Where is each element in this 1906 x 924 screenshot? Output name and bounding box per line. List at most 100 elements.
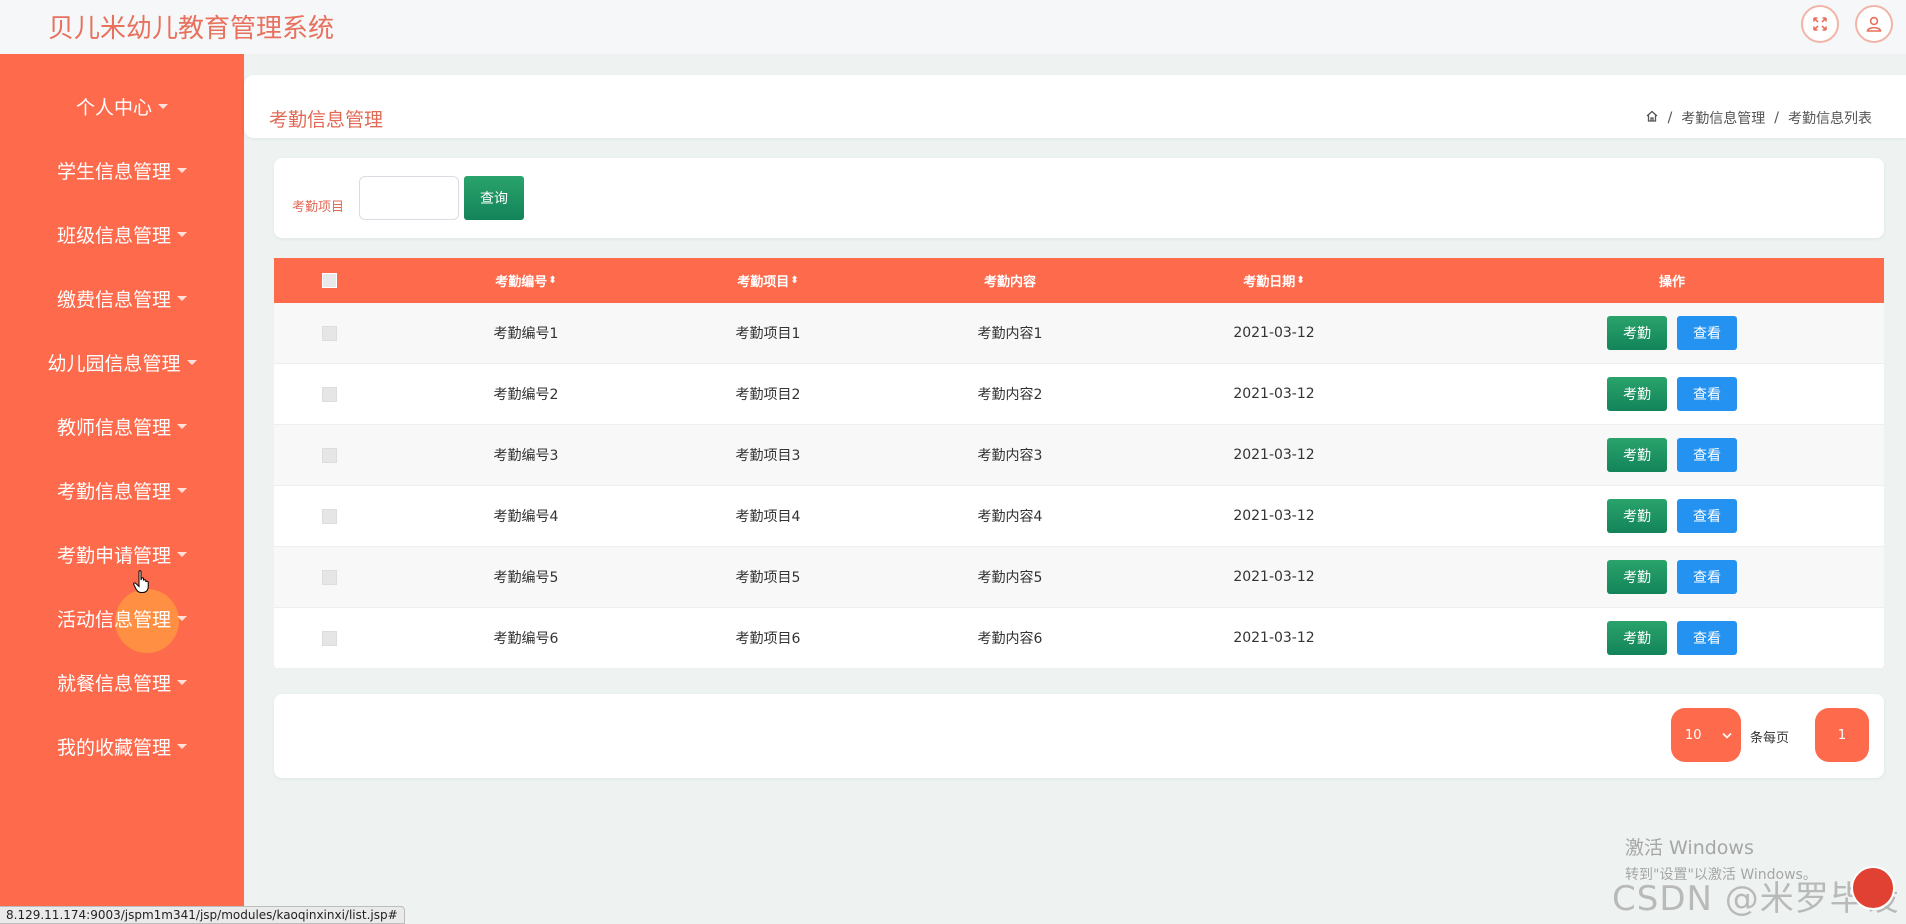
cell-code: 考勤编号4 [493, 509, 559, 525]
query-button[interactable]: 查询 [464, 176, 524, 220]
row-checkbox[interactable] [321, 630, 337, 646]
column-header-label: 考勤项目 [737, 275, 790, 290]
column-header-item[interactable]: 考勤项目 ⬍ [696, 258, 840, 303]
cell-item: 考勤项目2 [735, 387, 801, 403]
sidebar-item[interactable]: 学生信息管理 [0, 150, 244, 190]
cell-code: 考勤编号5 [493, 570, 559, 586]
sidebar-item[interactable]: 就餐信息管理 [0, 662, 244, 702]
column-header-label: 考勤内容 [983, 275, 1036, 290]
row-checkbox[interactable] [321, 569, 337, 585]
user-icon[interactable] [1855, 5, 1893, 43]
table-row: 考勤编号6 考勤项目6 考勤内容6 2021-03-12 考勤 查看 [274, 608, 1884, 669]
cell-code: 考勤编号6 [493, 631, 559, 647]
cell-date: 2021-03-12 [1233, 508, 1315, 524]
view-button[interactable]: 查看 [1677, 438, 1737, 472]
row-select-cell [314, 364, 344, 424]
sidebar: 个人中心学生信息管理班级信息管理缴费信息管理 幼儿园信息管理教师信息管理考勤信息管… [0, 54, 244, 924]
attendance-button[interactable]: 考勤 [1607, 621, 1667, 655]
view-button[interactable]: 查看 [1677, 560, 1737, 594]
caret-down-icon [177, 295, 187, 301]
attendance-button[interactable]: 考勤 [1607, 560, 1667, 594]
sidebar-item[interactable]: 个人中心 [0, 86, 244, 126]
attendance-button[interactable]: 考勤 [1607, 499, 1667, 533]
csdn-avatar [1851, 866, 1895, 910]
sidebar-item[interactable]: 教师信息管理 [0, 406, 244, 446]
caret-down-icon [177, 487, 187, 493]
sidebar-item-label: 就餐信息管理 [56, 672, 171, 695]
view-button[interactable]: 查看 [1677, 377, 1737, 411]
sidebar-item-label: 幼儿园信息管理 [47, 352, 181, 375]
breadcrumb-item-current: 考勤信息列表 [1788, 111, 1872, 127]
caret-down-icon [158, 103, 168, 109]
sidebar-item-label: 考勤信息管理 [56, 480, 171, 503]
sidebar-item[interactable]: 班级信息管理 [0, 214, 244, 254]
cell-content: 考勤内容1 [977, 326, 1043, 342]
home-icon[interactable] [1645, 109, 1659, 127]
sidebar-item[interactable]: 缴费信息管理 [0, 278, 244, 318]
table-row: 考勤编号4 考勤项目4 考勤内容4 2021-03-12 考勤 查看 [274, 486, 1884, 547]
attendance-button[interactable]: 考勤 [1607, 438, 1667, 472]
caret-down-icon [177, 615, 187, 621]
sidebar-item-label: 缴费信息管理 [56, 288, 171, 311]
row-checkbox[interactable] [321, 447, 337, 463]
attendance-button[interactable]: 考勤 [1607, 377, 1667, 411]
sidebar-item[interactable]: 幼儿园信息管理 [0, 342, 244, 382]
cell-code: 考勤编号1 [493, 326, 559, 342]
breadcrumb-separator: / [1774, 110, 1779, 126]
row-checkbox[interactable] [321, 508, 337, 524]
sort-icon[interactable]: ⬍ [1296, 275, 1304, 286]
cell-content: 考勤内容3 [977, 448, 1043, 464]
view-button[interactable]: 查看 [1677, 499, 1737, 533]
cell-code: 考勤编号2 [493, 387, 559, 403]
caret-down-icon [177, 743, 187, 749]
breadcrumb-item-module[interactable]: 考勤信息管理 [1681, 108, 1765, 128]
pagination: 10 条每页 1 [274, 694, 1884, 778]
row-select-cell [314, 303, 344, 363]
data-table: 考勤编号 ⬍ 考勤项目 ⬍ 考勤内容 考勤日期 ⬍ 操作 考勤编号1 考勤项目1 考勤内容… [274, 258, 1884, 669]
view-button[interactable]: 查看 [1677, 316, 1737, 350]
sidebar-item-label: 学生信息管理 [56, 160, 171, 183]
sort-icon[interactable]: ⬍ [548, 275, 556, 286]
select-all-cell [314, 258, 344, 303]
sidebar-item[interactable]: 考勤信息管理 [0, 470, 244, 510]
app-title: 贝儿米幼儿教育管理系统 [48, 14, 335, 44]
row-checkbox[interactable] [321, 386, 337, 402]
select-all-checkbox[interactable] [321, 273, 337, 288]
sidebar-item[interactable]: 考勤申请管理 [0, 534, 244, 574]
row-actions: 考勤 查看 [1600, 547, 1744, 607]
cell-item: 考勤项目5 [735, 570, 801, 586]
column-header-label: 考勤日期 [1243, 275, 1296, 290]
column-header-date[interactable]: 考勤日期 ⬍ [1202, 258, 1346, 303]
page-header: 考勤信息管理 / 考勤信息管理 / 考勤信息列表 [244, 75, 1906, 138]
fullscreen-icon[interactable] [1801, 5, 1839, 43]
main-content: 考勤信息管理 / 考勤信息管理 / 考勤信息列表 考勤项目 查询 考勤编号⬍ [244, 54, 1906, 924]
cell-date: 2021-03-12 [1233, 447, 1315, 463]
chevron-down-icon [1722, 728, 1732, 743]
column-header-code[interactable]: 考勤编号 ⬍ [454, 258, 598, 303]
cell-date: 2021-03-12 [1233, 630, 1315, 646]
cell-date: 2021-03-12 [1233, 325, 1315, 341]
view-button[interactable]: 查看 [1677, 621, 1737, 655]
cell-item: 考勤项目6 [735, 631, 801, 647]
sidebar-item[interactable]: 活动信息管理 [0, 598, 244, 638]
cell-content: 考勤内容4 [977, 509, 1043, 525]
cell-content: 考勤内容6 [977, 631, 1043, 647]
table-header: 考勤编号 ⬍ 考勤项目 ⬍ 考勤内容 考勤日期 ⬍ 操作 [274, 258, 1884, 303]
row-select-cell [314, 608, 344, 668]
sort-icon[interactable]: ⬍ [790, 275, 798, 286]
top-bar: 贝儿米幼儿教育管理系统 [0, 0, 1906, 54]
page-size-label: 条每页 [1750, 731, 1790, 746]
sidebar-item[interactable]: 我的收藏管理 [0, 726, 244, 766]
row-select-cell [314, 486, 344, 546]
row-checkbox[interactable] [321, 325, 337, 341]
table-row: 考勤编号5 考勤项目5 考勤内容5 2021-03-12 考勤 查看 [274, 547, 1884, 608]
caret-down-icon [177, 167, 187, 173]
page-number-button[interactable]: 1 [1815, 708, 1869, 762]
page-size-select[interactable]: 10 [1671, 708, 1741, 762]
row-select-cell [314, 425, 344, 485]
search-input[interactable] [359, 176, 459, 220]
row-select-cell [314, 547, 344, 607]
windows-activation-title: 激活 Windows [1625, 837, 1754, 859]
attendance-button[interactable]: 考勤 [1607, 316, 1667, 350]
row-actions: 考勤 查看 [1600, 608, 1744, 668]
